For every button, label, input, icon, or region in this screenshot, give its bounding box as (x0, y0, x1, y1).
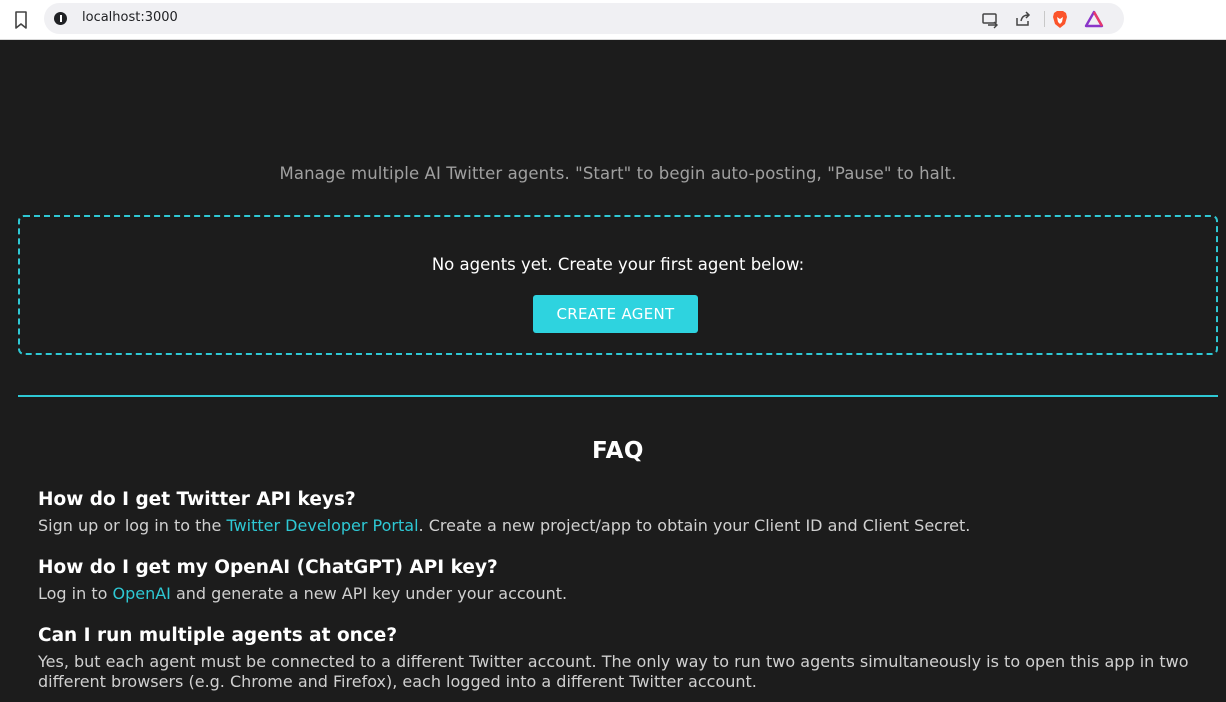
url-text[interactable]: localhost:3000 (82, 10, 178, 25)
faq-answer: Yes, but each agent must be connected to… (38, 652, 1218, 692)
share-icon[interactable] (1013, 9, 1033, 29)
faq-question: How do I get Twitter API keys? (38, 489, 356, 510)
page-subtitle: Manage multiple AI Twitter agents. "Star… (279, 164, 957, 183)
faq-answer-text: Yes, but each agent must be connected to… (38, 652, 1189, 691)
openai-link[interactable]: OpenAI (112, 584, 170, 603)
faq-answer: Log in to OpenAI and generate a new API … (38, 584, 1218, 604)
toolbar-divider (1044, 11, 1045, 27)
faq-question: How do I get my OpenAI (ChatGPT) API key… (38, 557, 498, 578)
create-agent-button[interactable]: CREATE AGENT (533, 295, 698, 333)
app-page: Manage multiple AI Twitter agents. "Star… (0, 40, 1226, 702)
faq-answer-text: Log in to (38, 584, 113, 603)
faq-title: FAQ (592, 438, 644, 464)
faq-item: Can I run multiple agents at once? Yes, … (38, 624, 1218, 692)
cast-icon[interactable] (980, 9, 1000, 29)
section-divider (18, 395, 1218, 397)
faq-item: How do I get Twitter API keys? Sign up o… (38, 488, 1218, 536)
empty-agents-message: No agents yet. Create your first agent b… (431, 255, 805, 274)
faq-answer-text: Sign up or log in to the (38, 516, 227, 535)
faq-answer-text: . Create a new project/app to obtain you… (418, 516, 971, 535)
faq-question: Can I run multiple agents at once? (38, 625, 398, 646)
faq-answer: Sign up or log in to the Twitter Develop… (38, 516, 1218, 536)
browser-toolbar: localhost:3000 (0, 0, 1226, 40)
bookmark-icon[interactable] (13, 10, 29, 30)
faq-answer-text: and generate a new API key under your ac… (170, 584, 568, 603)
twitter-developer-portal-link[interactable]: Twitter Developer Portal (226, 516, 418, 535)
brave-rewards-icon[interactable] (1084, 9, 1104, 29)
address-bar[interactable]: localhost:3000 (44, 3, 1124, 34)
agents-panel: No agents yet. Create your first agent b… (18, 215, 1218, 355)
brave-shield-icon[interactable] (1050, 9, 1070, 29)
faq-item: How do I get my OpenAI (ChatGPT) API key… (38, 556, 1218, 604)
info-icon[interactable] (54, 12, 67, 25)
